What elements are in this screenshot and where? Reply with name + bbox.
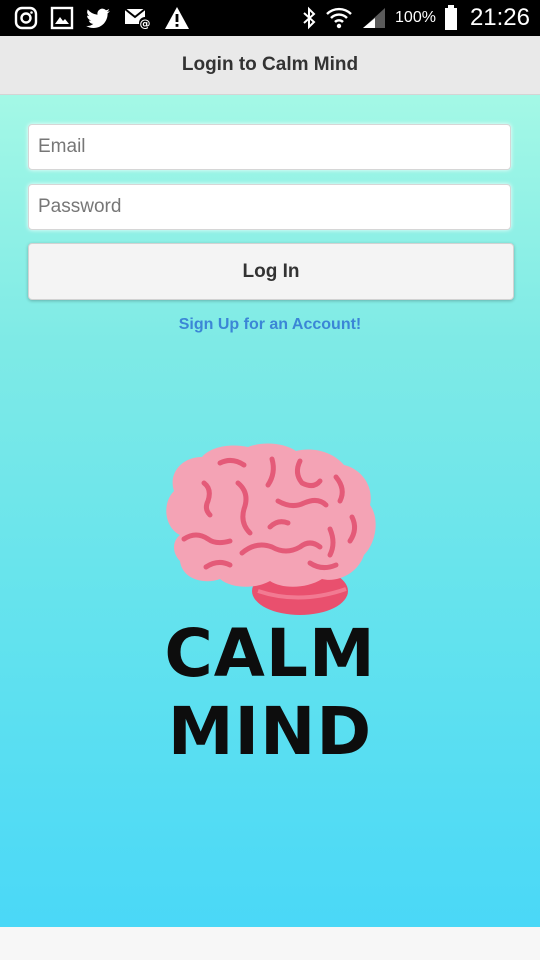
status-bar: @ 100% 21:26 bbox=[0, 0, 540, 36]
email-icon: @ bbox=[124, 6, 152, 30]
brain-logo-icon bbox=[166, 443, 376, 615]
signup-link[interactable]: Sign Up for an Account! bbox=[0, 316, 540, 334]
login-button[interactable]: Log In bbox=[28, 243, 514, 300]
header-bar: Login to Calm Mind bbox=[0, 36, 540, 95]
signal-icon bbox=[361, 6, 387, 30]
email-input[interactable] bbox=[28, 124, 511, 170]
svg-text:@: @ bbox=[140, 17, 151, 30]
app-logo-text: CALM MIND bbox=[0, 615, 540, 771]
login-content: Log In Sign Up for an Account! bbox=[0, 95, 540, 927]
gallery-icon bbox=[50, 6, 74, 30]
logo-line-2: MIND bbox=[167, 693, 373, 770]
page-title: Login to Calm Mind bbox=[181, 54, 359, 75]
bluetooth-icon bbox=[301, 6, 317, 30]
instagram-icon bbox=[14, 6, 38, 30]
warning-icon bbox=[164, 6, 190, 30]
logo-line-1: CALM bbox=[164, 615, 376, 692]
password-input[interactable] bbox=[28, 184, 511, 230]
battery-percentage: 100% bbox=[395, 9, 436, 26]
battery-icon bbox=[444, 5, 458, 31]
login-button-label: Log In bbox=[242, 260, 300, 282]
twitter-icon bbox=[86, 6, 112, 30]
bottom-bar bbox=[0, 927, 540, 960]
system-icons: 100% 21:26 bbox=[301, 0, 530, 36]
clock: 21:26 bbox=[469, 4, 530, 31]
wifi-icon bbox=[325, 5, 353, 31]
login-screen: @ 100% 21:26 Login to Calm Mind Email Lo… bbox=[0, 0, 540, 960]
notification-icons: @ bbox=[14, 6, 190, 30]
